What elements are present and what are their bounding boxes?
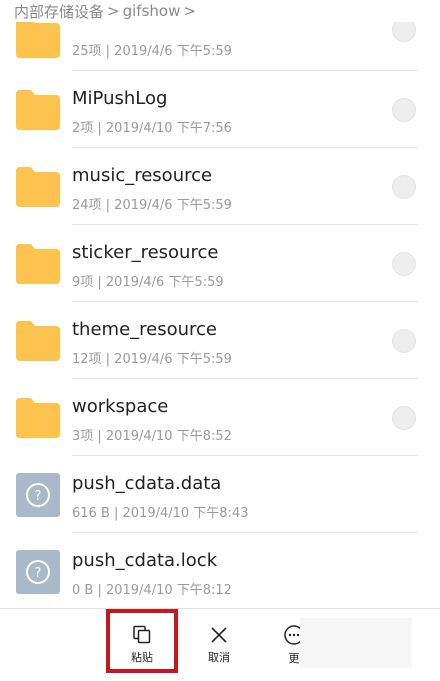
folder-icon [16,244,60,284]
folder-icon [16,18,60,58]
select-checkbox[interactable] [392,252,416,276]
breadcrumb-root[interactable]: 内部存储设备 [14,1,104,22]
breadcrumb-separator: > [107,2,120,20]
folder-icon [16,90,60,130]
folder-icon [16,321,60,361]
item-name: workspace [72,396,169,417]
cancel-button[interactable]: 取消 [184,609,254,681]
list-item[interactable]: ? push_cdata.lock 0 B | 2019/4/10 下午8:12 [0,533,440,610]
folder-icon [16,398,60,438]
item-name: push_cdata.lock [72,550,218,571]
item-meta: 616 B | 2019/4/10 下午8:43 [72,506,249,521]
item-meta: 9项 | 2019/4/6 下午5:59 [72,275,224,290]
breadcrumb-separator: > [183,2,196,20]
item-meta: 2项 | 2019/4/10 下午7:56 [72,121,232,136]
item-meta: 24项 | 2019/4/6 下午5:59 [72,198,232,213]
svg-text:?: ? [35,489,42,504]
list-item[interactable]: music_resource 24项 | 2019/4/6 下午5:59 [0,148,440,225]
item-meta: 12项 | 2019/4/6 下午5:59 [72,352,232,367]
select-checkbox[interactable] [392,98,416,122]
item-name: MiPushLog [72,88,168,109]
item-meta: 3项 | 2019/4/10 下午8:52 [72,429,232,444]
unknown-file-icon: ? [16,473,60,517]
list-item[interactable]: ? push_cdata.data 616 B | 2019/4/10 下午8:… [0,456,440,533]
list-item[interactable]: workspace 3项 | 2019/4/10 下午8:52 [0,379,440,456]
cancel-label: 取消 [208,651,230,664]
breadcrumb: 内部存储设备 > gifshow > [0,0,440,22]
close-icon [211,627,227,643]
unknown-file-icon: ? [16,550,60,594]
select-checkbox[interactable] [392,406,416,430]
item-name: theme_resource [72,319,218,340]
item-meta: 0 B | 2019/4/10 下午8:12 [72,583,232,598]
obscured-area [300,618,412,668]
select-checkbox[interactable] [392,329,416,353]
item-name: sticker_resource [72,242,219,263]
folder-icon [16,167,60,207]
item-name: push_cdata.data [72,473,222,494]
list-item[interactable]: theme_resource 12项 | 2019/4/6 下午5:59 [0,302,440,379]
highlight-box [106,609,178,673]
item-meta: 25项 | 2019/4/6 下午5:59 [72,44,232,59]
svg-text:?: ? [35,566,42,581]
list-item[interactable]: MiPushLog 2项 | 2019/4/10 下午7:56 [0,71,440,148]
more-label: 更 [288,652,300,665]
select-checkbox[interactable] [392,175,416,199]
breadcrumb-folder[interactable]: gifshow [123,2,181,20]
item-name: music_resource [72,165,213,186]
list-item[interactable]: sticker_resource 9项 | 2019/4/6 下午5:59 [0,225,440,302]
